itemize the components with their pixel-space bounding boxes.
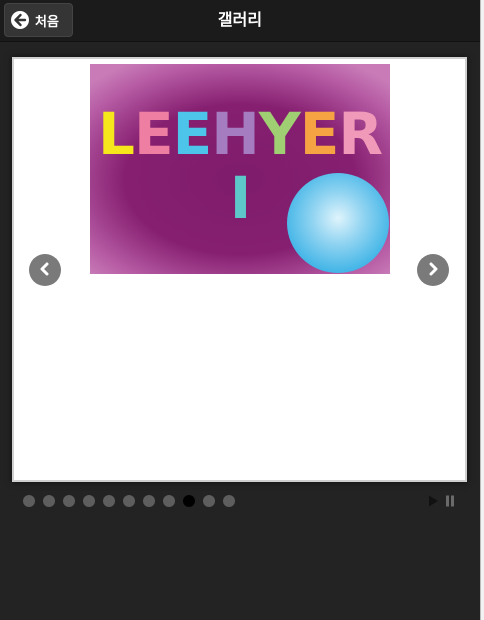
back-button-label: 처음 [35,14,59,30]
chevron-right-icon [426,261,440,280]
window-edge [480,0,484,620]
logo-letter: E [133,100,174,168]
pause-icon[interactable] [445,495,455,507]
prev-slide-button[interactable] [29,254,61,286]
slideshow-controls [428,494,455,508]
pagination-dot-active[interactable] [183,495,195,507]
pagination-dot[interactable] [203,495,215,507]
pagination-dot[interactable] [163,495,175,507]
pagination-dot[interactable] [143,495,155,507]
arrow-left-icon [11,11,29,29]
gallery-app: 갤러리 처음 LEEHYERI [0,0,484,620]
next-slide-button[interactable] [417,254,449,286]
chevron-left-icon [38,261,52,280]
pagination-dot[interactable] [23,495,35,507]
pagination-dot[interactable] [223,495,235,507]
pagination-dot[interactable] [43,495,55,507]
logo-letter: L [97,100,135,168]
logo-letter: E [172,100,213,168]
play-icon[interactable] [428,495,439,507]
pagination-dot[interactable] [63,495,75,507]
logo-letter: E [299,100,340,168]
slide-image[interactable]: LEEHYERI [90,64,390,274]
pagination-dots [23,495,235,507]
pagination-dot[interactable] [103,495,115,507]
logo-letter: H [211,100,260,168]
back-button[interactable]: 처음 [4,3,73,37]
top-bar: 갤러리 처음 [0,0,480,42]
logo-letter: I [229,164,252,232]
pagination-dot[interactable] [123,495,135,507]
logo-letter: R [338,100,383,168]
logo-letter: Y [258,100,301,168]
bubble-graphic [287,173,389,273]
pagination-dot[interactable] [83,495,95,507]
slide-frame: LEEHYERI [12,57,467,482]
